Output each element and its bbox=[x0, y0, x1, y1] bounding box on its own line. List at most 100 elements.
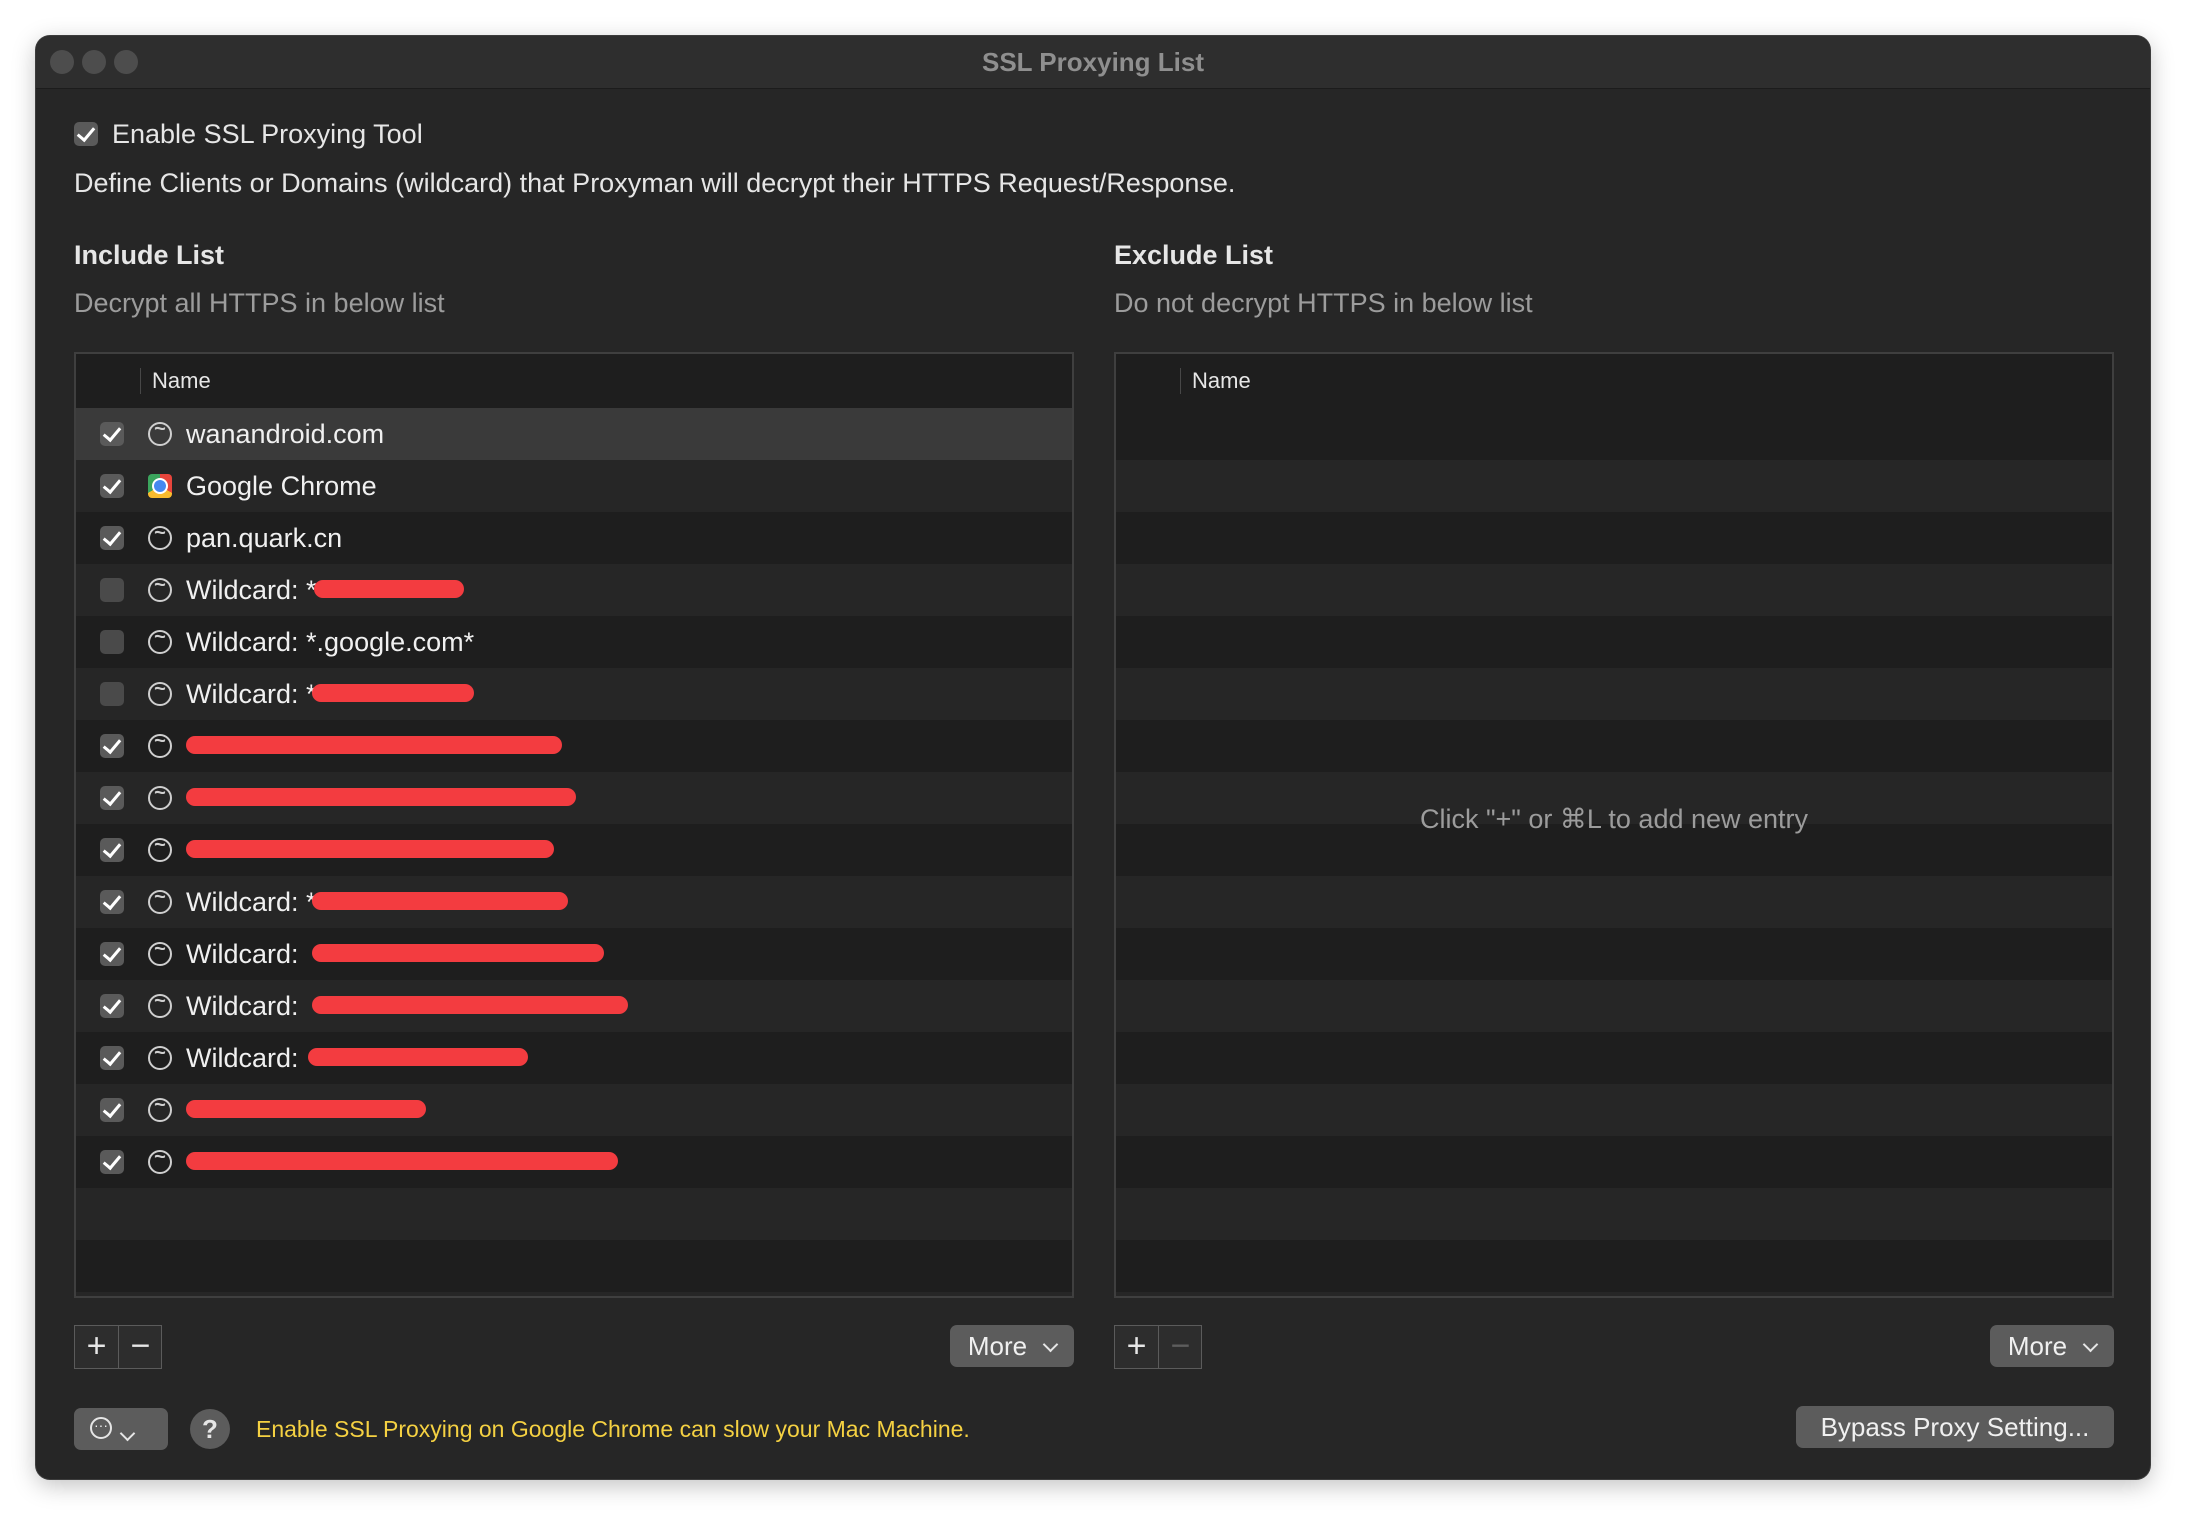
include-add-button[interactable]: + bbox=[75, 1326, 118, 1368]
exclude-table-header: Name bbox=[1116, 354, 2112, 409]
include-row-label: Wildcard: bbox=[186, 939, 299, 969]
include-row-checkbox[interactable] bbox=[100, 578, 124, 602]
include-row-checkbox[interactable] bbox=[100, 734, 124, 758]
exclude-name-column-header[interactable]: Name bbox=[1192, 354, 1251, 408]
empty-row-stripe bbox=[76, 1292, 1072, 1296]
empty-row-stripe bbox=[1116, 1292, 2112, 1296]
exclude-more-button[interactable]: More bbox=[1990, 1325, 2114, 1367]
exclude-empty-hint: Click "+" or ⌘L to add new entry bbox=[1419, 804, 1809, 834]
exclude-add-button[interactable]: + bbox=[1115, 1326, 1158, 1368]
redaction-mark bbox=[312, 892, 568, 910]
redaction-mark bbox=[186, 736, 562, 754]
include-row[interactable]: Google Chrome bbox=[76, 460, 1072, 512]
include-row-checkbox[interactable] bbox=[100, 994, 124, 1018]
include-row-checkbox[interactable] bbox=[100, 890, 124, 914]
exclude-remove-button[interactable]: − bbox=[1159, 1326, 1202, 1368]
include-row-checkbox[interactable] bbox=[100, 838, 124, 862]
include-more-button[interactable]: More bbox=[950, 1325, 1074, 1367]
redaction-mark bbox=[186, 1100, 426, 1118]
include-name-column-header[interactable]: Name bbox=[152, 354, 211, 408]
include-row[interactable]: Wildcard: * bbox=[76, 876, 1072, 928]
empty-row-stripe bbox=[1116, 1240, 2112, 1292]
include-row-label: wanandroid.com bbox=[186, 419, 385, 449]
ellipsis-circle-icon: ··· bbox=[90, 1417, 112, 1439]
include-row[interactable] bbox=[76, 824, 1072, 876]
domain-icon bbox=[148, 1146, 172, 1174]
bypass-proxy-setting-button[interactable]: Bypass Proxy Setting... bbox=[1796, 1406, 2114, 1448]
domain-icon bbox=[148, 886, 172, 914]
include-row[interactable]: Wildcard: bbox=[76, 1032, 1072, 1084]
include-row-label: Wildcard: * bbox=[186, 575, 317, 605]
domain-icon bbox=[148, 1042, 172, 1070]
include-row[interactable]: pan.quark.cn bbox=[76, 512, 1072, 564]
empty-row-stripe bbox=[1116, 1032, 2112, 1084]
domain-icon bbox=[148, 730, 172, 758]
include-row[interactable]: Wildcard: * bbox=[76, 564, 1072, 616]
enable-ssl-proxying-label: Enable SSL Proxying Tool bbox=[112, 119, 423, 149]
domain-icon bbox=[148, 1094, 172, 1122]
empty-row-stripe bbox=[1116, 668, 2112, 720]
include-row[interactable]: Wildcard: *.google.com* bbox=[76, 616, 1072, 668]
exclude-list-subheading: Do not decrypt HTTPS in below list bbox=[1114, 288, 1533, 318]
redaction-mark bbox=[186, 840, 554, 858]
include-row[interactable]: Wildcard: bbox=[76, 980, 1072, 1032]
help-button[interactable]: ? bbox=[190, 1409, 230, 1449]
include-row-checkbox[interactable] bbox=[100, 422, 124, 446]
redaction-mark bbox=[312, 996, 628, 1014]
include-remove-button[interactable]: − bbox=[119, 1326, 162, 1368]
redaction-mark bbox=[186, 1152, 618, 1170]
include-row[interactable]: Wildcard: bbox=[76, 928, 1072, 980]
exclude-list-table[interactable]: Name Click "+" or ⌘L to add new entry bbox=[1114, 352, 2114, 1298]
redaction-mark bbox=[186, 788, 576, 806]
column-separator bbox=[140, 368, 141, 394]
include-row[interactable] bbox=[76, 772, 1072, 824]
action-menu-button[interactable]: ··· bbox=[74, 1408, 168, 1450]
include-row-label: Wildcard: bbox=[186, 991, 299, 1021]
include-row-checkbox[interactable] bbox=[100, 1046, 124, 1070]
include-row-checkbox[interactable] bbox=[100, 474, 124, 498]
include-row[interactable]: Wildcard: * bbox=[76, 668, 1072, 720]
empty-row-stripe bbox=[1116, 408, 2112, 460]
include-row-checkbox[interactable] bbox=[100, 630, 124, 654]
include-row[interactable] bbox=[76, 1136, 1072, 1188]
exclude-list-heading: Exclude List bbox=[1114, 240, 1274, 270]
domain-icon bbox=[148, 574, 172, 602]
domain-icon bbox=[148, 418, 172, 446]
ssl-proxying-window: SSL Proxying List Enable SSL Proxying To… bbox=[36, 36, 2150, 1479]
domain-icon bbox=[148, 626, 172, 654]
empty-row-stripe bbox=[1116, 876, 2112, 928]
domain-icon bbox=[148, 938, 172, 966]
include-row[interactable]: wanandroid.com bbox=[76, 408, 1072, 460]
include-row[interactable] bbox=[76, 1084, 1072, 1136]
empty-row-stripe bbox=[1116, 1084, 2112, 1136]
include-list-subheading: Decrypt all HTTPS in below list bbox=[74, 288, 445, 318]
include-row-checkbox[interactable] bbox=[100, 682, 124, 706]
include-row-checkbox[interactable] bbox=[100, 526, 124, 550]
chrome-icon bbox=[148, 474, 172, 498]
empty-row-stripe bbox=[1116, 564, 2112, 616]
redaction-mark bbox=[314, 580, 464, 598]
include-row-label: pan.quark.cn bbox=[186, 523, 343, 553]
include-row-checkbox[interactable] bbox=[100, 1150, 124, 1174]
include-row-checkbox[interactable] bbox=[100, 942, 124, 966]
include-list-table[interactable]: Name wanandroid.com Google Chrome pan.quar… bbox=[74, 352, 1074, 1298]
domain-icon bbox=[148, 678, 172, 706]
include-row[interactable] bbox=[76, 720, 1072, 772]
description-text: Define Clients or Domains (wildcard) tha… bbox=[74, 168, 1236, 198]
chrome-warning-text: Enable SSL Proxying on Google Chrome can… bbox=[256, 1416, 970, 1442]
domain-icon bbox=[148, 522, 172, 550]
empty-row-stripe bbox=[1116, 512, 2112, 564]
enable-ssl-proxying-checkbox[interactable] bbox=[74, 122, 98, 146]
empty-row-stripe bbox=[1116, 720, 2112, 772]
include-more-label: More bbox=[967, 1331, 1028, 1361]
include-row-checkbox[interactable] bbox=[100, 1098, 124, 1122]
empty-row-stripe bbox=[1116, 980, 2112, 1032]
exclude-add-remove-control: + − bbox=[1114, 1325, 1202, 1369]
include-row-checkbox[interactable] bbox=[100, 786, 124, 810]
include-row-label: Google Chrome bbox=[186, 471, 377, 501]
chevron-down-icon bbox=[119, 1425, 136, 1442]
empty-row-stripe bbox=[1116, 1136, 2112, 1188]
domain-icon bbox=[148, 834, 172, 862]
domain-icon bbox=[148, 990, 172, 1018]
empty-row-stripe bbox=[1116, 616, 2112, 668]
